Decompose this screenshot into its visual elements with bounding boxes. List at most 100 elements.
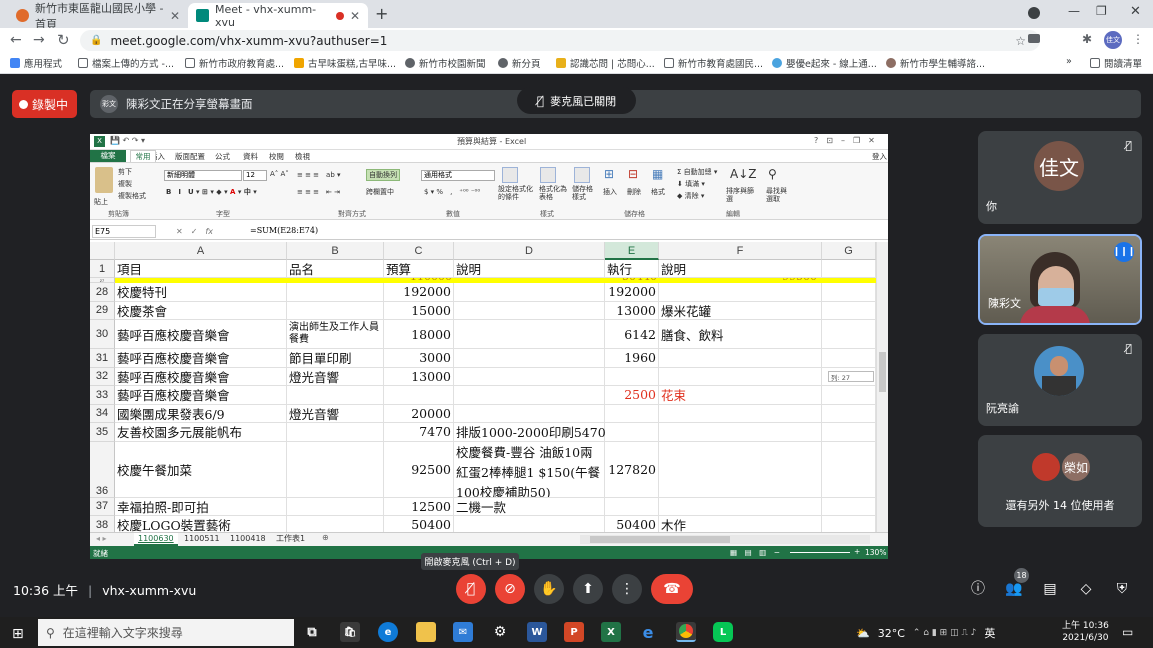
row-header[interactable]: 34 [90, 404, 115, 423]
binoculars-icon[interactable]: ⚲ [768, 167, 777, 181]
header-cell[interactable]: 品名 [287, 260, 384, 278]
profile-avatar[interactable]: 佳文 [1104, 31, 1122, 49]
view-buttons[interactable]: ▦ ▤ ▥ − [730, 547, 780, 558]
mic-toggle-button[interactable]: 🎙̸ [456, 574, 486, 604]
header-cell[interactable]: 項目 [115, 260, 287, 278]
table-cell[interactable]: 藝呼百應校慶音樂會 [115, 349, 287, 368]
table-cell[interactable] [822, 404, 876, 423]
row-header[interactable]: 1 [90, 260, 115, 278]
row-header[interactable]: 29 [90, 301, 115, 320]
sort-filter-button[interactable]: 排序與篩選 [726, 187, 760, 203]
bookmark-item[interactable]: 古早味蛋糕,古早味... [294, 56, 396, 70]
table-cell[interactable] [605, 497, 659, 516]
excel-window-controls[interactable]: ? ⊡ – ❐ ✕ [814, 135, 875, 146]
table-cell[interactable] [659, 497, 822, 516]
settings-icon[interactable]: ⚙ [490, 622, 510, 642]
table-cell[interactable]: 爆米花罐 [659, 301, 822, 320]
h-scroll-thumb[interactable] [590, 536, 730, 543]
participant-tile-others[interactable]: 榮如 還有另外 14 位使用者 [978, 435, 1142, 527]
table-cell[interactable]: 7470 [384, 423, 454, 442]
table-cell[interactable]: 127820 [605, 441, 659, 498]
fill-button[interactable]: ⬇ 填滿 ▾ [677, 179, 705, 189]
add-sheet-icon[interactable]: ⊕ [322, 533, 329, 542]
table-cell[interactable]: 二機一款 [454, 497, 605, 516]
excel-taskbar-icon[interactable]: X [601, 622, 621, 642]
table-cell[interactable] [822, 386, 876, 405]
header-cell[interactable]: 執行 [605, 260, 659, 278]
table-cell[interactable] [822, 497, 876, 516]
wrap-text-button[interactable]: 自動換列 [366, 169, 400, 181]
table-cell[interactable] [822, 423, 876, 442]
autosum-button[interactable]: Σ 自動加總 ▾ [677, 167, 717, 177]
bookmark-apps[interactable]: 應用程式 [10, 56, 62, 70]
file-explorer-icon[interactable] [416, 622, 436, 642]
table-cell[interactable] [659, 367, 822, 386]
paste-label[interactable]: 貼上 [94, 197, 108, 207]
row-header[interactable]: 36 [90, 441, 115, 498]
row-header[interactable]: 30 [90, 320, 115, 349]
column-header-e[interactable]: E [605, 242, 659, 260]
table-cell[interactable]: 3000 [384, 349, 454, 368]
conditional-format-button[interactable]: 設定格式化的條件 [498, 185, 536, 201]
align-horizontal-icons[interactable]: ≡ ≡ ≡ ⇤ ⇥ [297, 187, 340, 197]
table-cell[interactable]: 6142 [605, 320, 659, 349]
insert-cells-button[interactable]: 插入 [603, 187, 617, 197]
table-cell[interactable]: 13000 [384, 367, 454, 386]
format-as-table-button[interactable]: 格式化為表格 [539, 185, 567, 201]
cut-button[interactable]: 剪下 [118, 167, 132, 177]
header-cell[interactable]: 說明 [454, 260, 605, 278]
font-size-select[interactable]: 12 [243, 170, 267, 181]
font-name-select[interactable]: 新細明體 [164, 170, 242, 181]
participant-tile-self[interactable]: 佳文 🎙̸ 你 [978, 131, 1142, 224]
column-header-c[interactable]: C [384, 242, 454, 260]
bookmark-item[interactable]: 新竹市政府教育處... [185, 56, 284, 70]
ribbon-tab-data[interactable]: 資料 [243, 151, 258, 162]
table-cell[interactable]: 節目單印刷 [287, 349, 384, 368]
merge-center-button[interactable]: 跨欄置中 [366, 187, 394, 197]
raise-hand-button[interactable]: ✋ [534, 574, 564, 604]
row-header[interactable]: 33 [90, 386, 115, 405]
format-painter-button[interactable]: 複製格式 [118, 191, 146, 201]
table-cell[interactable]: 幸福拍照-即可拍 [115, 497, 287, 516]
table-cell[interactable]: 校慶午餐加菜 [115, 441, 287, 498]
select-all-corner[interactable] [90, 242, 115, 260]
sheet-nav-arrows[interactable]: ◂ ▸ [96, 534, 107, 543]
signin-link[interactable]: 登入 [872, 151, 887, 162]
clear-button[interactable]: ◆ 清除 ▾ [677, 191, 704, 201]
cell-styles-button[interactable]: 儲存格樣式 [572, 185, 596, 201]
row-header[interactable]: 28 [90, 283, 115, 302]
delete-cells-icon[interactable]: ⊟ [628, 167, 638, 181]
minimize-button[interactable]: — [1068, 4, 1080, 18]
align-top-icons[interactable]: ≡ ≡ ≡ ab ▾ [297, 170, 341, 180]
table-cell[interactable]: 12500 [384, 497, 454, 516]
table-cell[interactable]: 膳食、飲料 [659, 320, 822, 349]
sheet-tab[interactable]: 工作表1 [272, 533, 309, 546]
store-icon[interactable]: 🛍 [340, 622, 360, 642]
table-cell[interactable]: 花束 [659, 386, 822, 405]
recording-indicator[interactable]: 錄製中 [12, 90, 77, 118]
table-cell[interactable]: 13000 [605, 301, 659, 320]
header-cell[interactable]: 說明 [659, 260, 822, 278]
extensions-icon[interactable]: ✱ [1082, 32, 1092, 46]
table-cell[interactable] [454, 301, 605, 320]
formula-input[interactable]: =SUM(E28:E74) [250, 226, 318, 235]
sheet-tab[interactable]: 1100630 [134, 533, 178, 546]
bookmark-item[interactable]: 新竹市校園新聞 [405, 56, 486, 70]
table-cell[interactable]: 國樂團成果發表6/9 [115, 404, 287, 423]
table-cell[interactable]: 校慶特刊 [115, 283, 287, 302]
paste-icon[interactable] [95, 167, 113, 193]
font-style-buttons[interactable]: B I U ▾ ⊞ ▾ ◆ ▾ A ▾ 中 ▾ [166, 187, 257, 197]
table-cell[interactable] [822, 349, 876, 368]
table-cell[interactable] [822, 301, 876, 320]
table-cell[interactable]: 20000 [384, 404, 454, 423]
delete-cells-button[interactable]: 刪除 [627, 187, 641, 197]
table-cell[interactable] [384, 386, 454, 405]
powerpoint-icon[interactable]: P [564, 622, 584, 642]
table-cell[interactable] [454, 283, 605, 302]
row-header[interactable]: 37 [90, 497, 115, 516]
participant-tile-presenter[interactable]: ❙❙❙ 陳彩文 [978, 234, 1142, 325]
table-cell[interactable] [287, 497, 384, 516]
menu-kebab-icon[interactable]: ⋮ [1132, 32, 1144, 46]
line-app-icon[interactable]: L [713, 622, 733, 642]
formula-buttons[interactable]: ✕ ✓ fx [176, 226, 213, 237]
